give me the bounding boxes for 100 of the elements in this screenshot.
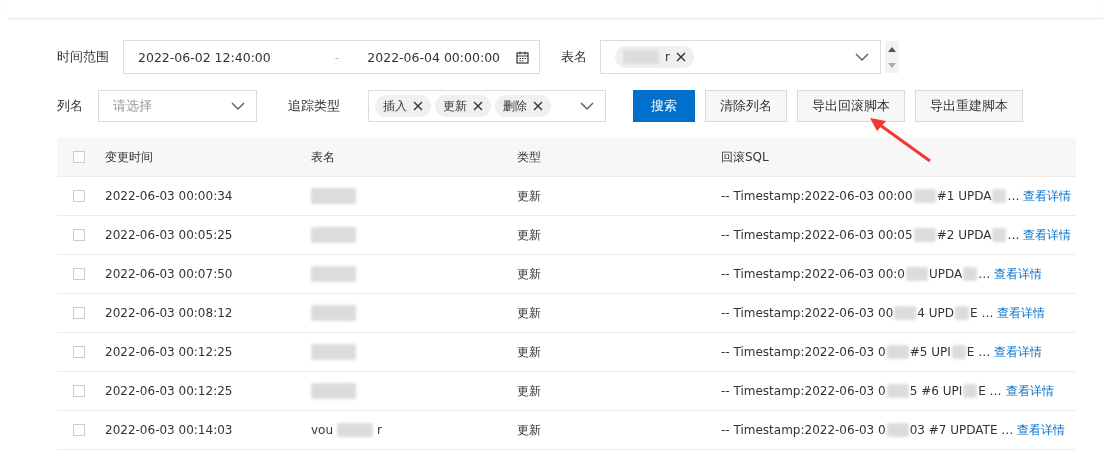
sql-text: #2 UPDA	[936, 228, 992, 242]
table-cell-text: 2022-06-03 00:00:34	[105, 189, 234, 203]
table-cell-text: 2022-06-03 00:12:25	[105, 384, 234, 398]
sql-text: #5 UPI	[909, 345, 951, 359]
redaction-block	[963, 267, 978, 281]
redaction-block	[906, 267, 928, 281]
row-checkbox[interactable]	[73, 268, 85, 280]
column-header: 回滚SQL	[721, 148, 770, 166]
table-cell-text: 更新	[517, 304, 542, 322]
redaction-block	[951, 345, 966, 359]
sql-text: …	[1007, 228, 1020, 242]
redaction-block	[886, 423, 909, 437]
sql-text: 5 #6 UPI	[909, 384, 963, 398]
filter-tag: 删除	[495, 95, 551, 117]
details-link[interactable]: 查看详情	[1005, 382, 1054, 400]
close-icon[interactable]	[473, 101, 483, 111]
table-cell-text: vou r	[311, 423, 383, 437]
redaction-block	[963, 384, 978, 398]
table-cell-text: 2022-06-03 00:07:50	[105, 267, 234, 281]
row-checkbox[interactable]	[73, 229, 85, 241]
sql-text: E …	[970, 306, 994, 320]
row-checkbox[interactable]	[73, 307, 85, 319]
sql-text: -- Timestamp:2022-06-03 00	[721, 306, 894, 320]
sql-text: #1 UPDA	[936, 189, 992, 203]
row-checkbox[interactable]	[73, 424, 85, 436]
sql-text: E …	[966, 345, 991, 359]
chevron-down-icon	[230, 101, 246, 111]
track-type-select[interactable]: 插入 更新 删除	[368, 90, 606, 122]
close-icon[interactable]	[533, 101, 543, 111]
column-header: 变更时间	[105, 148, 154, 166]
redaction-block	[955, 306, 970, 320]
table-cell-text: 更新	[517, 187, 542, 205]
sql-text: -- Timestamp:2022-06-03 00:0	[721, 267, 905, 281]
action-button[interactable]: 清除列名	[705, 90, 787, 122]
chevron-down-icon	[579, 101, 595, 111]
table-cell-text: 更新	[517, 226, 542, 244]
field-label: 列名	[57, 97, 83, 115]
sql-text: -- Timestamp:2022-06-03 00:00	[721, 189, 913, 203]
up-arrow-icon[interactable]	[888, 46, 896, 52]
sql-text: UPDA	[929, 267, 963, 281]
sql-text: -- Timestamp:2022-06-03 0	[721, 384, 886, 398]
table-cell-text: 2022-06-03 00:12:25	[105, 345, 234, 359]
close-icon[interactable]	[413, 101, 423, 111]
spinner-control[interactable]	[885, 41, 899, 73]
sql-text: 4 UPD	[917, 306, 955, 320]
sql-text: …	[978, 267, 991, 281]
details-link[interactable]: 查看详情	[1023, 187, 1072, 205]
field-label: 表名	[561, 48, 587, 66]
calendar-icon	[516, 50, 529, 64]
column-header: 类型	[517, 148, 542, 166]
redaction-block	[311, 188, 356, 204]
redaction-block	[311, 383, 356, 399]
column-select[interactable]: 请选择	[98, 90, 257, 122]
redaction-block	[311, 266, 356, 282]
details-link[interactable]: 查看详情	[1017, 421, 1066, 439]
sql-text: -- Timestamp:2022-06-03 0	[721, 345, 886, 359]
filter-tag: 更新	[435, 95, 491, 117]
redaction-block	[311, 227, 356, 243]
select-all-checkbox[interactable]	[73, 151, 85, 163]
row-checkbox[interactable]	[73, 190, 85, 202]
column-header: 表名	[311, 148, 336, 166]
sql-text: -- Timestamp:2022-06-03 0	[721, 423, 886, 437]
search-button[interactable]: 搜索	[633, 90, 695, 122]
chevron-down-icon	[854, 52, 870, 62]
redaction-block	[913, 189, 936, 203]
filter-tag: 插入	[375, 95, 431, 117]
table-cell-text: 更新	[517, 343, 542, 361]
action-button[interactable]: 导出重建脚本	[915, 90, 1023, 122]
filter-tag: r	[615, 46, 694, 68]
row-checkbox[interactable]	[73, 346, 85, 358]
details-link[interactable]: 查看详情	[1023, 226, 1072, 244]
table-cell-text: 更新	[517, 421, 542, 439]
date-range-field[interactable]: 2022-06-02 12:40:00 - 2022-06-04 00:00:00	[123, 40, 540, 74]
details-link[interactable]: 查看详情	[994, 343, 1043, 361]
table-cell-text: 2022-06-03 00:14:03	[105, 423, 234, 437]
down-arrow-icon[interactable]	[888, 62, 896, 68]
sql-text: 03 #7 UPDATE …	[909, 423, 1014, 437]
table-cell-text: 2022-06-03 00:08:12	[105, 306, 234, 320]
redaction-block	[992, 189, 1007, 203]
redaction-block	[992, 228, 1007, 242]
details-link[interactable]: 查看详情	[997, 304, 1046, 322]
redaction-block	[311, 344, 356, 360]
field-label: 时间范围	[57, 48, 109, 66]
row-checkbox[interactable]	[73, 385, 85, 397]
redaction-block	[311, 305, 356, 321]
table-select[interactable]: r	[600, 40, 881, 74]
field-label: 追踪类型	[288, 97, 340, 115]
sql-text: -- Timestamp:2022-06-03 00:05	[721, 228, 913, 242]
table-cell-text: 2022-06-03 00:05:25	[105, 228, 234, 242]
sql-text: …	[1007, 189, 1020, 203]
redaction-block	[886, 384, 909, 398]
details-link[interactable]: 查看详情	[994, 265, 1043, 283]
redaction-block	[913, 228, 936, 242]
table-cell-text: 更新	[517, 265, 542, 283]
close-icon[interactable]	[675, 52, 686, 62]
sql-text: E …	[978, 384, 1002, 398]
redaction-block	[886, 345, 909, 359]
action-button[interactable]: 导出回滚脚本	[797, 90, 905, 122]
redaction-block	[894, 306, 917, 320]
table-cell-text: 更新	[517, 382, 542, 400]
